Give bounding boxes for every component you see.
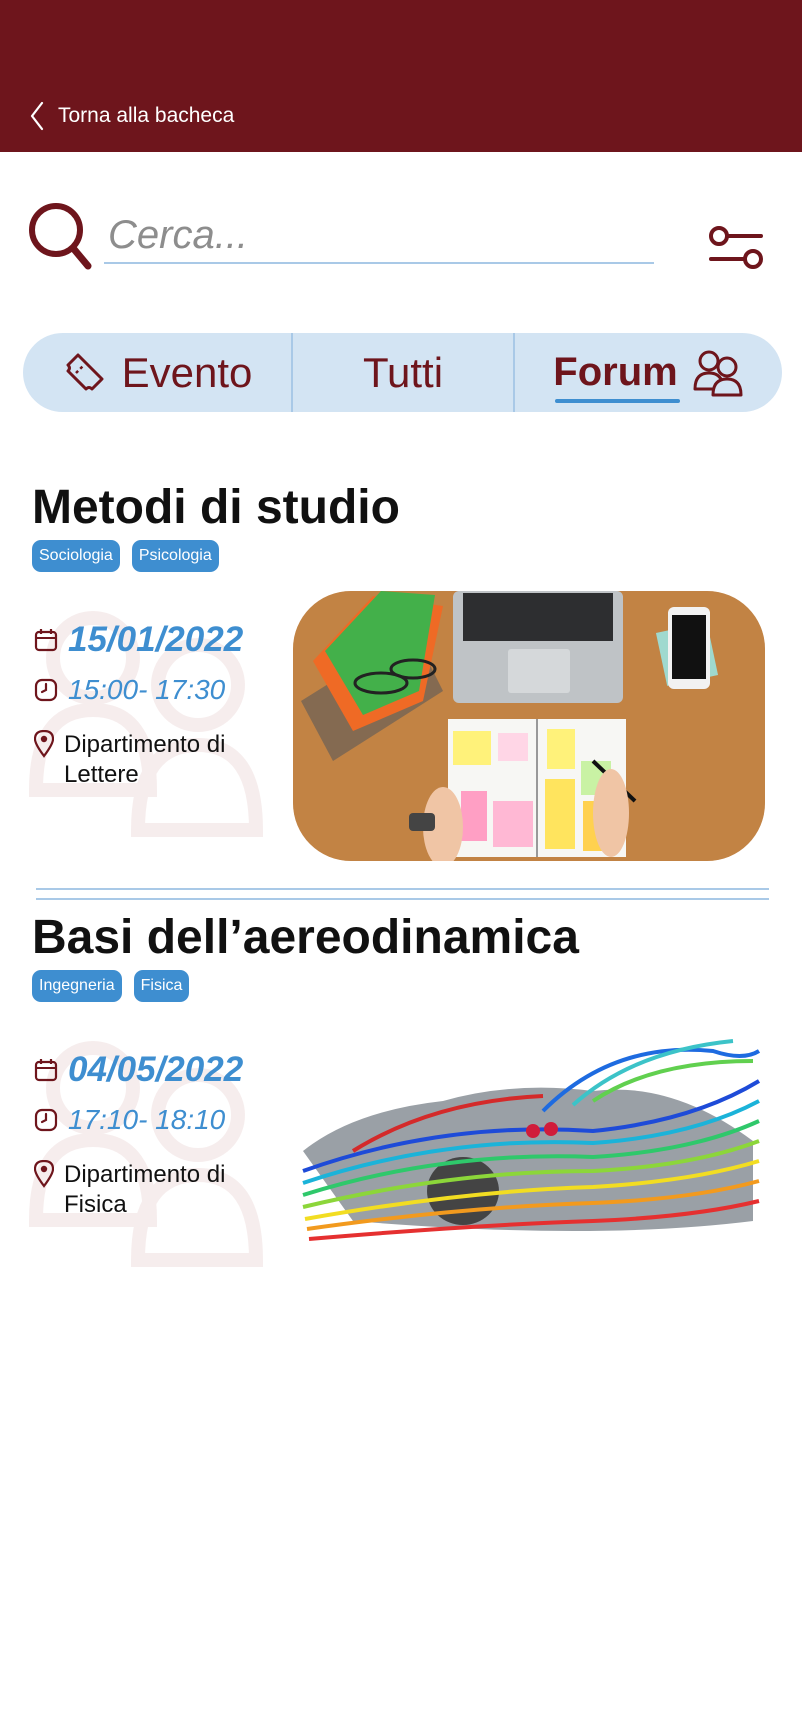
location-pin-icon [34, 1160, 54, 1188]
post-location: Dipartimento di Fisica [34, 1160, 243, 1220]
time-text: 15:00- 17:30 [68, 674, 226, 705]
users-icon [693, 350, 743, 396]
post-date: 15/01/2022 [34, 620, 243, 660]
tag-badge[interactable]: Psicologia [131, 540, 219, 572]
post-location: Dipartimento di Lettere [34, 730, 243, 790]
post-details: 04/05/2022 17:10- 18:10 Dipartimento di … [34, 1050, 243, 1220]
tab-forum-label: Forum [553, 350, 681, 403]
search-icon[interactable] [28, 202, 94, 272]
post-details: 15/01/2022 15:00- 17:30 Dipartimento di … [34, 620, 243, 790]
calendar-icon [34, 1059, 58, 1082]
filter-icon[interactable] [708, 226, 764, 272]
date-text: 15/01/2022 [68, 620, 244, 659]
location-line: Dipartimento di [64, 731, 226, 758]
tab-tutti-label: Tutti [362, 348, 444, 396]
car-airflow-image [293, 1021, 765, 1291]
tag-badge[interactable]: Sociologia [32, 540, 120, 572]
date-text: 04/05/2022 [68, 1050, 244, 1089]
clock-icon [34, 678, 58, 702]
search-input[interactable] [104, 208, 654, 264]
tag-badge[interactable]: Ingegneria [32, 970, 122, 1002]
post-image-aerodynamics[interactable] [293, 1021, 765, 1291]
study-desk-image [293, 591, 765, 861]
post-time: 15:00- 17:30 [34, 674, 243, 706]
chevron-left-icon [30, 101, 44, 131]
calendar-icon [34, 629, 58, 652]
back-button[interactable]: Torna alla bacheca [30, 98, 234, 134]
category-tabs: Evento Tutti Forum [23, 333, 782, 412]
post-title: Basi dell’aereodinamica [32, 911, 579, 964]
ticket-icon [66, 353, 104, 390]
post-time: 17:10- 18:10 [34, 1104, 243, 1136]
tag-list: Ingegneria Fisica [32, 970, 190, 1002]
time-text: 17:10- 18:10 [68, 1104, 226, 1135]
post-date: 04/05/2022 [34, 1050, 243, 1090]
location-line: Dipartimento di [64, 1161, 226, 1188]
location-line: Fisica [64, 1191, 127, 1218]
post-title: Metodi di studio [32, 481, 400, 534]
tab-tutti[interactable]: Tutti [293, 333, 515, 412]
back-label: Torna alla bacheca [58, 104, 235, 127]
clock-icon [34, 1108, 58, 1132]
tag-list: Sociologia Psicologia [32, 540, 219, 572]
post-divider [36, 888, 769, 900]
location-line: Lettere [64, 761, 139, 788]
tag-badge[interactable]: Fisica [133, 970, 190, 1002]
post-image-study[interactable] [293, 591, 765, 861]
app-header: Torna alla bacheca [0, 0, 802, 152]
tab-evento[interactable]: Evento [23, 333, 293, 412]
tab-evento-label: Evento [121, 348, 253, 396]
location-pin-icon [34, 730, 54, 758]
tab-forum[interactable]: Forum [515, 333, 782, 412]
